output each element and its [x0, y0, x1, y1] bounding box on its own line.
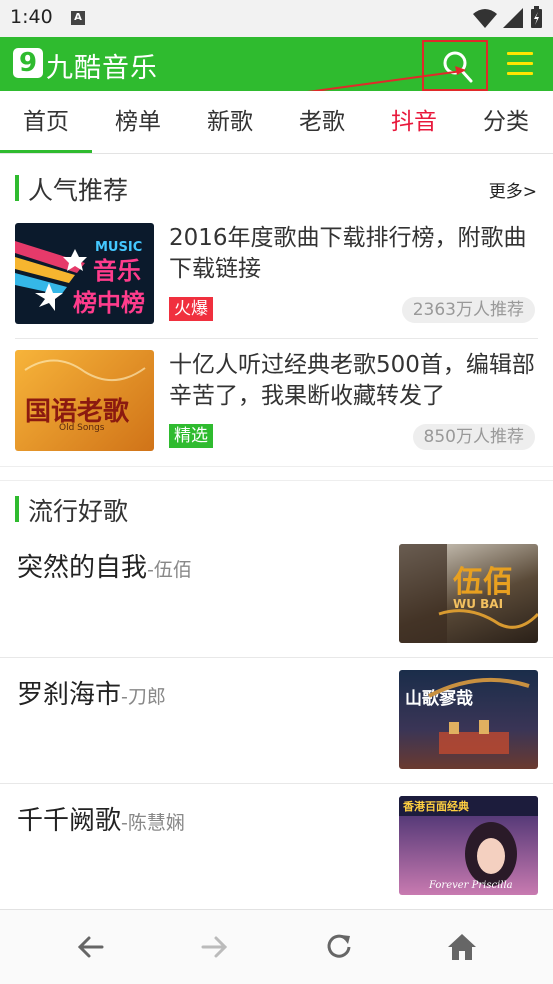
home-icon[interactable]	[445, 930, 479, 964]
back-arrow-icon[interactable]	[74, 930, 108, 964]
svg-text:Forever Priscilla: Forever Priscilla	[428, 880, 513, 891]
section-accent	[15, 496, 19, 522]
recommend-count: 850万人推荐	[412, 424, 535, 450]
tab-old-songs[interactable]: 老歌	[276, 91, 368, 153]
annotation-arrow	[307, 66, 466, 91]
song-title: 千千阙歌-陈慧娴	[17, 806, 185, 836]
song-row[interactable]: 突然的自我-伍佰 伍佰 WU BAI	[0, 531, 553, 657]
playlist-title: 2016年度歌曲下载排行榜，附歌曲下载链接	[169, 225, 527, 282]
list-item[interactable]: 国语老歌 Old Songs 十亿人听过经典老歌500首，编辑部辛苦了，我果断收…	[0, 338, 553, 465]
tab-new-songs[interactable]: 新歌	[184, 91, 276, 153]
status-time: 1:40	[10, 6, 53, 28]
menu-button[interactable]	[505, 49, 535, 79]
song-title: 突然的自我-伍佰	[17, 553, 192, 583]
song-title: 罗刹海市-刀郎	[17, 680, 166, 710]
app-header: 9 九酷音乐	[0, 37, 553, 91]
system-status-icons	[473, 6, 542, 28]
list-item[interactable]: MUSIC 音乐 榜中榜 2016年度歌曲下载排行榜，附歌曲下载链接 火爆 23…	[0, 211, 553, 338]
divider	[0, 480, 553, 481]
song-artist: -陈慧娴	[121, 812, 185, 834]
divider	[0, 466, 553, 467]
tab-douyin[interactable]: 抖音	[368, 91, 460, 153]
svg-text:WU BAI: WU BAI	[453, 597, 503, 611]
playlist-thumbnail: 国语老歌 Old Songs	[15, 350, 154, 451]
album-cover: 山歌寥哉	[399, 670, 538, 769]
tab-home[interactable]: 首页	[0, 91, 92, 153]
signal-icon	[503, 8, 523, 28]
trending-section-header: 流行好歌	[0, 491, 553, 531]
section-accent	[15, 175, 19, 201]
svg-text:音乐: 音乐	[93, 257, 141, 285]
album-cover: 伍佰 WU BAI	[399, 544, 538, 643]
notification-icon: A	[71, 11, 85, 25]
svg-text:MUSIC: MUSIC	[95, 240, 142, 255]
popular-section-header: 人气推荐 更多>	[0, 170, 553, 210]
category-tabs: 首页 榜单 新歌 老歌 抖音 分类	[0, 91, 553, 154]
tab-charts[interactable]: 榜单	[92, 91, 184, 153]
more-link[interactable]: 更多>	[489, 177, 537, 202]
playlist-thumbnail: MUSIC 音乐 榜中榜	[15, 223, 154, 324]
svg-text:伍佰: 伍佰	[453, 565, 513, 600]
svg-text:榜中榜: 榜中榜	[73, 289, 145, 317]
browser-bottom-bar	[0, 909, 553, 984]
svg-text:Old Songs: Old Songs	[59, 423, 105, 433]
recommend-count: 2363万人推荐	[401, 297, 535, 323]
tab-categories[interactable]: 分类	[460, 91, 552, 153]
hot-badge: 火爆	[169, 297, 213, 321]
status-bar: 1:40 A	[0, 0, 553, 37]
playlist-title: 十亿人听过经典老歌500首，编辑部辛苦了，我果断收藏转发了	[169, 352, 535, 409]
forward-arrow-icon[interactable]	[197, 930, 231, 964]
song-row[interactable]: 千千阙歌-陈慧娴 香港百面经典 Forever Priscilla	[0, 783, 553, 910]
wifi-icon	[473, 9, 497, 28]
svg-text:香港百面经典: 香港百面经典	[402, 799, 469, 813]
featured-badge: 精选	[169, 424, 213, 448]
song-artist: -刀郎	[121, 686, 166, 708]
section-title: 人气推荐	[28, 176, 129, 205]
song-artist: -伍佰	[147, 559, 192, 581]
album-cover: 香港百面经典 Forever Priscilla	[399, 796, 538, 895]
song-row[interactable]: 罗刹海市-刀郎 山歌寥哉	[0, 657, 553, 784]
section-title: 流行好歌	[28, 497, 129, 526]
refresh-icon[interactable]	[322, 930, 356, 964]
